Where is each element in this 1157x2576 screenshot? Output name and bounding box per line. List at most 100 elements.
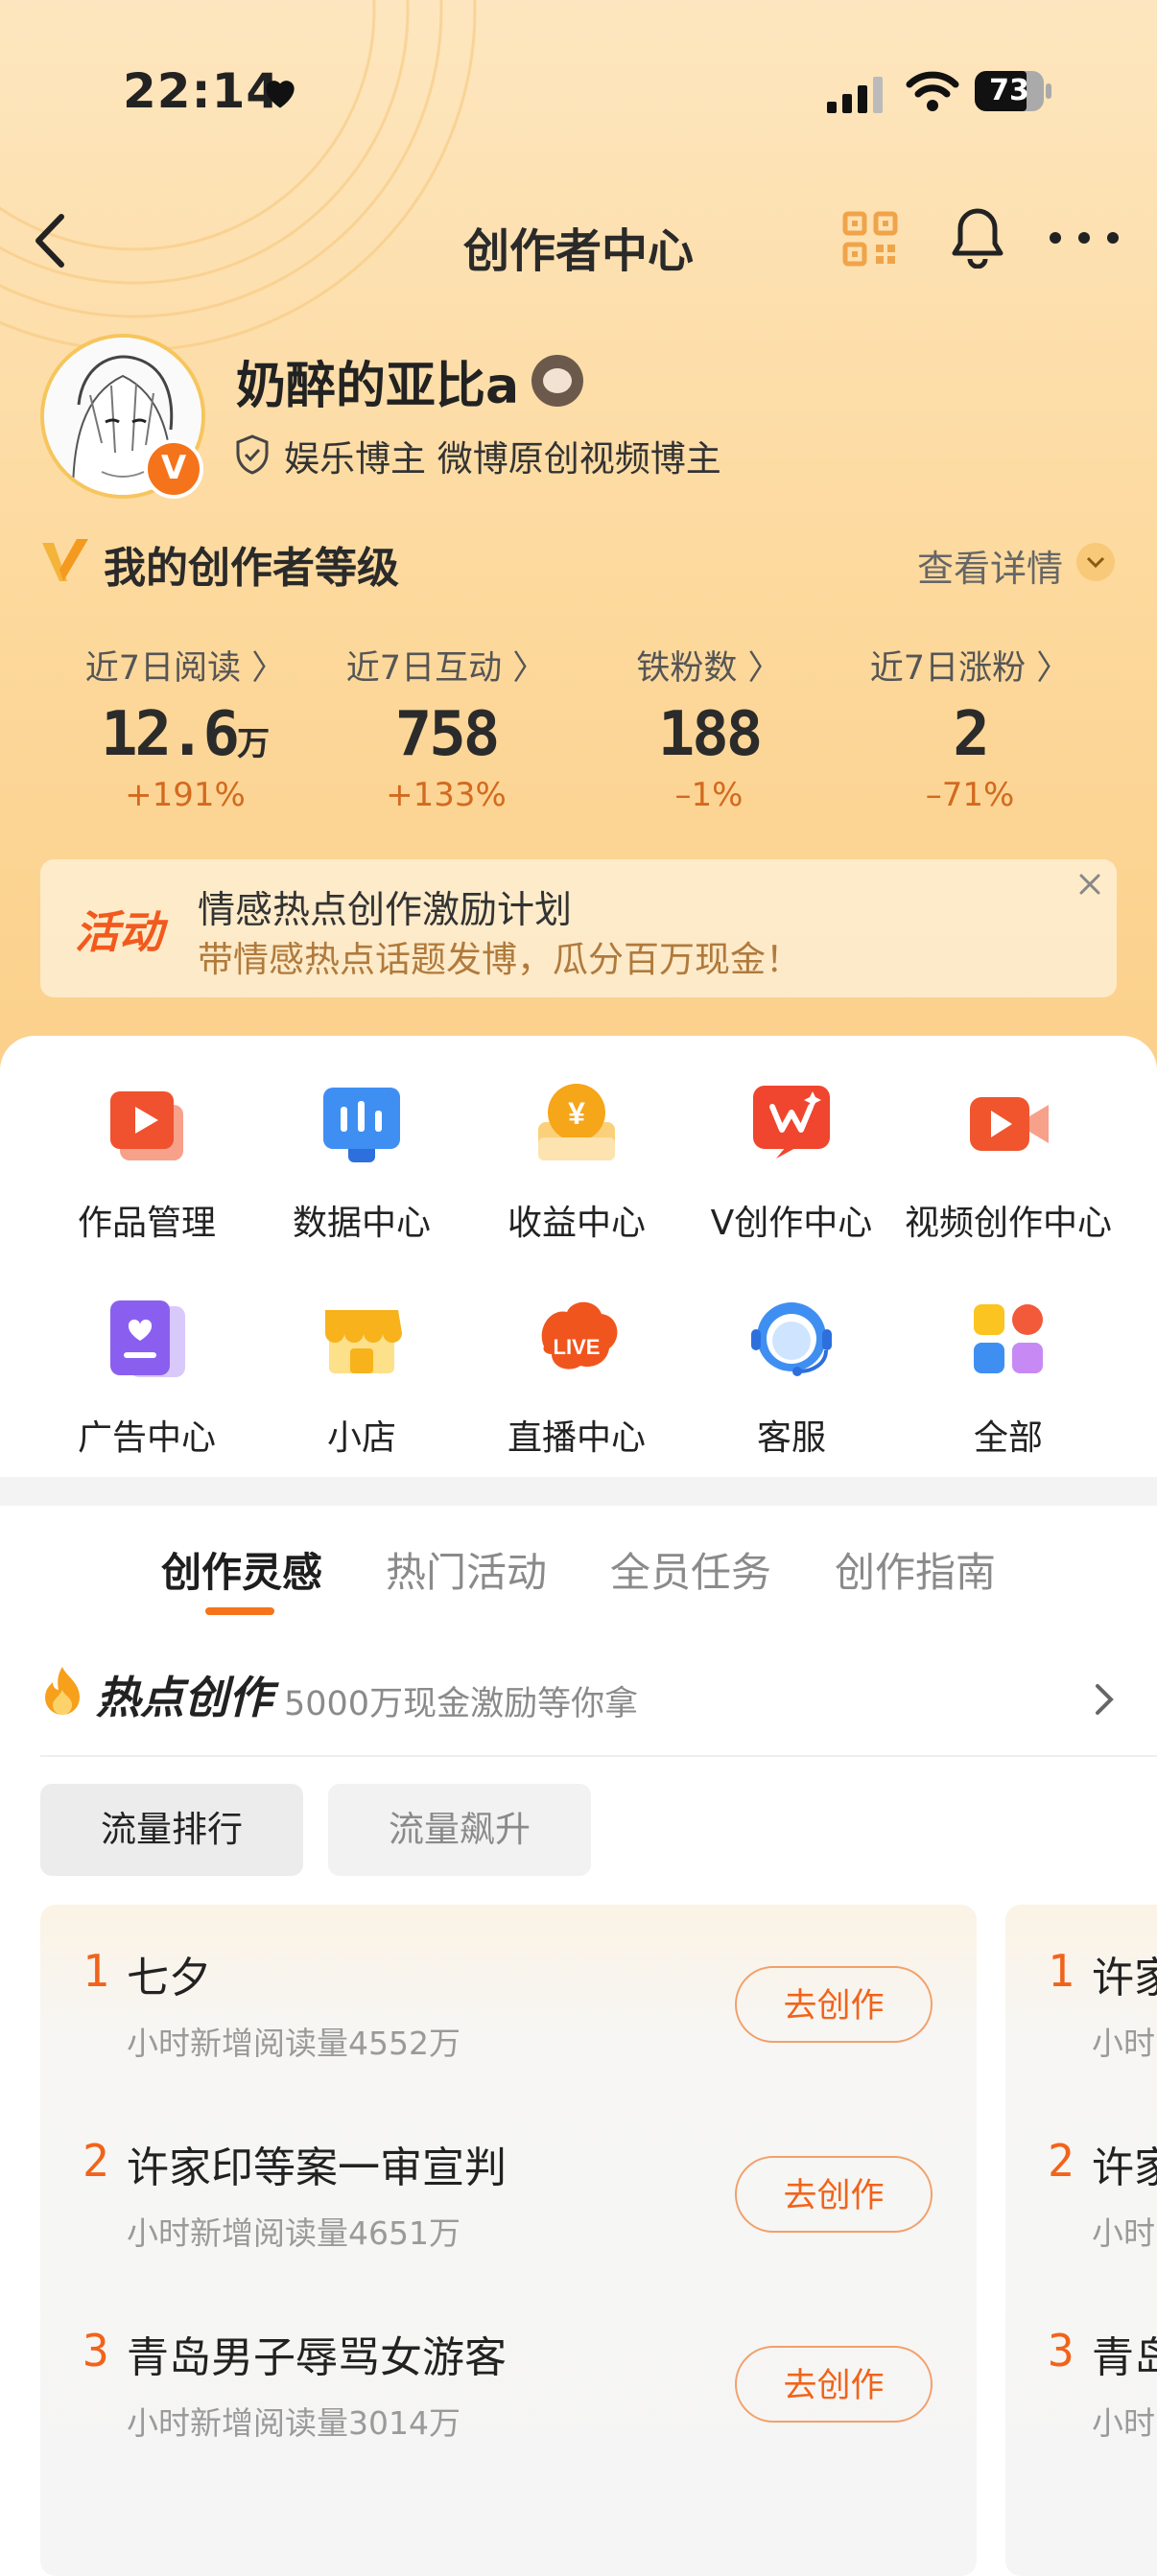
- go-create-button[interactable]: 去创作: [735, 2156, 933, 2233]
- fire-icon: [45, 1667, 80, 1715]
- go-create-button[interactable]: 去创作: [735, 1966, 933, 2043]
- works-icon: [110, 1091, 183, 1160]
- view-details-link[interactable]: 查看详情: [917, 539, 1063, 592]
- stat-interactions[interactable]: 近7日互动 〉 758 +133%: [317, 641, 576, 814]
- menu-label: 小店: [326, 1418, 396, 1458]
- battery-level: 73: [989, 74, 1029, 107]
- tab-hot-activities[interactable]: 热门活动: [386, 1540, 547, 1599]
- close-icon[interactable]: [1074, 869, 1105, 900]
- signal-icon: [827, 77, 883, 113]
- menu-item-data[interactable]: 数据中心: [253, 1078, 470, 1245]
- status-time: 22:14: [123, 63, 281, 119]
- user-tags: 娱乐博主 微博原创视频博主: [284, 438, 721, 480]
- menu-label: 数据中心: [292, 1204, 431, 1243]
- menu-label: 收益中心: [507, 1204, 646, 1243]
- creator-level-title: 我的创作者等级: [104, 544, 399, 593]
- menu-item-all[interactable]: 全部: [900, 1293, 1117, 1460]
- rank-subtitle: 小时: [1092, 2404, 1155, 2442]
- verified-badge: V: [144, 439, 203, 499]
- tab-inspiration[interactable]: 创作灵感: [161, 1540, 322, 1599]
- go-create-button[interactable]: 去创作: [735, 2346, 933, 2423]
- qr-code-icon[interactable]: [842, 211, 898, 267]
- rank-subtitle: 小时: [1092, 2025, 1155, 2062]
- all-icon: [974, 1304, 1043, 1373]
- stat-label: 近7日涨粉 〉: [869, 649, 1071, 688]
- menu-item-works[interactable]: 作品管理: [38, 1078, 255, 1245]
- ranking-card-next[interactable]: 1 许家 小时 2 许家 小时 3 青岛 小时: [1005, 1905, 1157, 2576]
- banner-subtitle: 带情感热点话题发博，瓜分百万现金！: [198, 939, 801, 980]
- income-icon: ¥: [538, 1084, 615, 1160]
- bell-icon[interactable]: [948, 205, 1007, 269]
- rank-title[interactable]: 七夕: [127, 1943, 211, 2004]
- stat-reads[interactable]: 近7日阅读 〉 12.6万 +191%: [56, 641, 315, 814]
- stat-change: +133%: [386, 776, 507, 814]
- username: 奶醉的亚比a: [236, 358, 520, 415]
- banner-tag: 活动: [75, 906, 163, 958]
- chevron-right-icon[interactable]: [1092, 1680, 1119, 1719]
- tab-all-tasks[interactable]: 全员任务: [610, 1540, 771, 1599]
- menu-item-video[interactable]: 视频创作中心: [900, 1078, 1117, 1245]
- menu-item-ad[interactable]: 广告中心: [38, 1293, 255, 1460]
- stat-unit: 万: [237, 725, 271, 763]
- menu-item-shop[interactable]: 小店: [253, 1293, 470, 1460]
- svg-text:LIVE: LIVE: [554, 1335, 601, 1359]
- menu-label: 作品管理: [77, 1204, 216, 1243]
- hot-creation-title: 热点创作: [96, 1672, 272, 1723]
- data-icon: [323, 1088, 400, 1162]
- rank-number: 1: [83, 1945, 109, 1997]
- active-tab-indicator: [205, 1607, 274, 1615]
- stat-change: +191%: [125, 776, 246, 814]
- rank-number: 2: [1048, 2135, 1074, 2187]
- menu-label: V创作中心: [710, 1204, 873, 1243]
- menu-item-live[interactable]: LIVE 直播中心: [468, 1293, 685, 1460]
- stat-value: 12.6: [100, 699, 240, 770]
- wifi-icon: [906, 71, 959, 111]
- menu-item-income[interactable]: ¥ 收益中心: [468, 1078, 685, 1245]
- banner-title: 情感热点创作激励计划: [198, 889, 573, 932]
- divider: [40, 1755, 1157, 1757]
- menu-item-customer-service[interactable]: 客服: [683, 1293, 900, 1460]
- more-icon[interactable]: [1046, 219, 1122, 257]
- v-create-icon: [753, 1086, 830, 1159]
- live-icon: LIVE: [541, 1301, 618, 1370]
- svg-text:¥: ¥: [568, 1096, 585, 1131]
- rank-number: 3: [1048, 2325, 1074, 2377]
- chevron-down-icon[interactable]: [1076, 543, 1115, 581]
- heart-icon: [266, 81, 295, 108]
- rank-number: 1: [1048, 1945, 1074, 1997]
- shield-icon: [236, 434, 269, 475]
- service-icon: [751, 1302, 832, 1376]
- stat-label: 近7日互动 〉: [345, 649, 547, 688]
- v-logo-icon: [42, 539, 88, 581]
- stat-iron-fans[interactable]: 铁粉数 〉 188 –1%: [579, 641, 838, 814]
- menu-label: 广告中心: [77, 1418, 216, 1458]
- stat-value: 758: [394, 699, 501, 770]
- rank-title: 许家: [1092, 2143, 1157, 2192]
- chip-traffic-rising[interactable]: 流量飙升: [328, 1784, 591, 1876]
- shop-icon: [325, 1310, 402, 1373]
- rank-title[interactable]: 许家印等案一审宣判: [127, 2133, 507, 2194]
- section-divider: [0, 1477, 1157, 1506]
- chip-traffic-rank[interactable]: 流量排行: [40, 1784, 303, 1876]
- stat-change: –1%: [674, 776, 744, 814]
- menu-item-v-create[interactable]: V创作中心: [683, 1078, 900, 1245]
- rank-title[interactable]: 青岛男子辱骂女游客: [127, 2323, 507, 2384]
- user-medal-icon[interactable]: [531, 355, 583, 407]
- rank-title: 许家: [1092, 1954, 1157, 2002]
- video-icon: [970, 1097, 1049, 1151]
- rank-subtitle: 小时: [1092, 2214, 1155, 2252]
- stat-change: –71%: [925, 776, 1015, 814]
- rank-subtitle: 小时新增阅读量3014万: [127, 2404, 460, 2442]
- stat-value: 188: [657, 699, 764, 770]
- stat-new-fans[interactable]: 近7日涨粉 〉 2 –71%: [840, 641, 1099, 814]
- stat-label: 铁粉数 〉: [636, 649, 782, 688]
- rank-subtitle: 小时新增阅读量4552万: [127, 2025, 460, 2062]
- menu-label: 直播中心: [507, 1418, 646, 1458]
- rank-title: 青岛: [1092, 2333, 1157, 2382]
- hot-creation-subtitle: 5000万现金激励等你拿: [284, 1685, 639, 1723]
- tab-guide[interactable]: 创作指南: [835, 1540, 996, 1599]
- stat-label: 近7日阅读 〉: [84, 649, 286, 688]
- rank-number: 3: [83, 2325, 109, 2377]
- menu-label: 客服: [756, 1418, 826, 1458]
- rank-subtitle: 小时新增阅读量4651万: [127, 2214, 460, 2252]
